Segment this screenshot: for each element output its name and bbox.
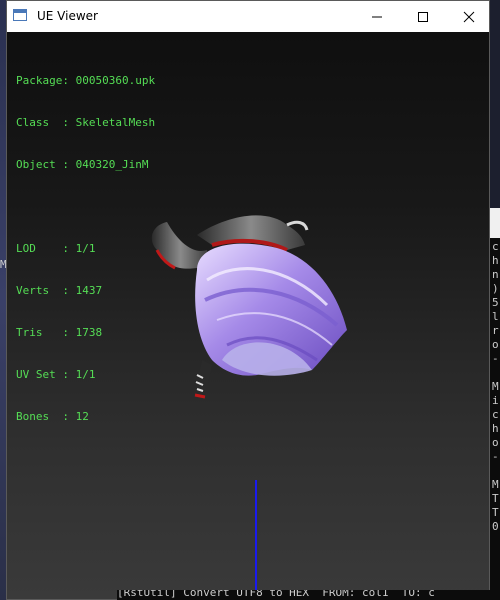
3d-viewport[interactable]: Package: 00050360.upk Class : SkeletalMe… [7, 32, 489, 599]
mesh-info-overlay: Package: 00050360.upk Class : SkeletalMe… [16, 46, 155, 452]
info-tris: Tris : 1738 [16, 326, 103, 339]
background-console-status: [RstUtil] Convert UTF8 to HEX FROM: col1… [117, 590, 500, 600]
info-bones: Bones : 12 [16, 410, 89, 423]
console-line: M [492, 380, 499, 393]
info-package: Package: 00050360.upk [16, 74, 156, 87]
console-header-strip [490, 208, 500, 238]
info-verts: Verts : 1437 [16, 284, 103, 297]
minimize-icon [372, 16, 382, 17]
console-line: - [492, 352, 499, 365]
console-line: i [492, 394, 499, 407]
ue-viewer-window: UE Viewer Package: 00050360.upk Class : … [6, 0, 490, 600]
console-line: o [492, 436, 499, 449]
background-console-window: c h n) 5 l r o - Micho- MTT0 [490, 208, 500, 600]
console-line: r [492, 324, 499, 337]
title-bar[interactable]: UE Viewer [7, 1, 489, 32]
minimize-button[interactable] [354, 1, 400, 32]
console-line: n [492, 268, 499, 281]
close-icon [463, 11, 475, 22]
maximize-icon [418, 11, 428, 22]
app-window-icon [13, 9, 27, 21]
console-status-text: [RstUtil] Convert UTF8 to HEX FROM: col1… [117, 590, 435, 599]
info-object: Object : 040320_JinM [16, 158, 149, 171]
hair-mesh-model [151, 215, 347, 399]
console-line: l [492, 310, 499, 323]
info-lod: LOD : 1/1 [16, 242, 96, 255]
console-line: T [492, 492, 499, 505]
console-line: 5 [492, 296, 499, 309]
console-line: ) [492, 282, 499, 295]
console-line: h [492, 254, 499, 267]
viewport-axis-line [255, 480, 257, 599]
info-class: Class : SkeletalMesh [16, 116, 156, 129]
console-line: - [492, 450, 499, 463]
close-button[interactable] [446, 1, 492, 32]
console-text: c h n) 5 l r o - Micho- MTT0 [492, 240, 499, 534]
console-line: c [492, 408, 499, 421]
info-uvset: UV Set : 1/1 [16, 368, 96, 381]
console-line: c [492, 240, 499, 253]
console-line: o [492, 338, 499, 351]
console-line: h [492, 422, 499, 435]
console-line: 0 [492, 520, 499, 533]
console-line: T [492, 506, 499, 519]
maximize-button[interactable] [400, 1, 446, 32]
console-line: M [492, 478, 499, 491]
window-title: UE Viewer [37, 9, 98, 23]
